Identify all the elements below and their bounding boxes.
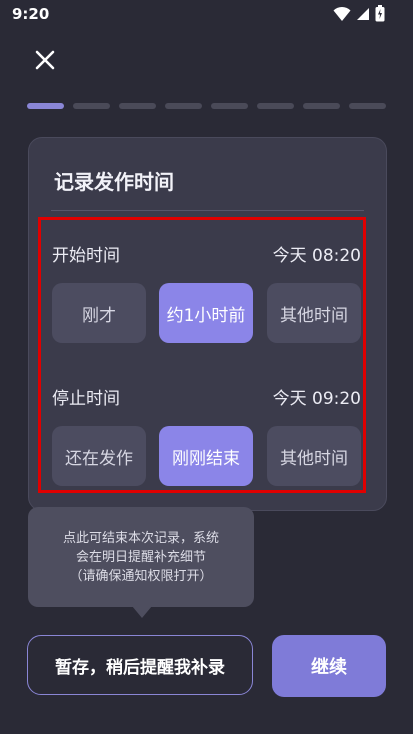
battery-icon — [375, 5, 385, 22]
continue-button[interactable]: 继续 — [272, 635, 386, 697]
wifi-icon — [333, 6, 351, 21]
tooltip-arrow — [132, 606, 152, 618]
progress-segment — [349, 103, 386, 109]
progress-segment — [165, 103, 202, 109]
status-bar: 9:20 — [0, 0, 413, 30]
progress-segment — [73, 103, 110, 109]
cell-signal-icon — [357, 7, 369, 20]
progress-segment — [211, 103, 248, 109]
progress-segment — [119, 103, 156, 109]
tooltip: 点此可结束本次记录，系统 会在明日提醒补充细节 （请确保通知权限打开） — [28, 507, 254, 607]
progress-segment — [27, 103, 64, 109]
card-title: 记录发作时间 — [54, 170, 174, 194]
tooltip-line: （请确保通知权限打开） — [69, 568, 213, 584]
step-progress — [27, 103, 386, 109]
save-remind-later-button[interactable]: 暂存，稍后提醒我补录 — [27, 635, 253, 695]
tooltip-line: 点此可结束本次记录，系统 — [62, 530, 219, 546]
highlight-box — [38, 217, 366, 493]
close-button[interactable] — [30, 45, 60, 75]
status-icons — [333, 5, 385, 22]
tooltip-line: 会在明日提醒补充细节 — [75, 549, 206, 565]
close-icon — [35, 50, 55, 70]
progress-segment — [257, 103, 294, 109]
divider — [51, 210, 364, 211]
status-time: 9:20 — [12, 5, 50, 23]
progress-segment — [303, 103, 340, 109]
